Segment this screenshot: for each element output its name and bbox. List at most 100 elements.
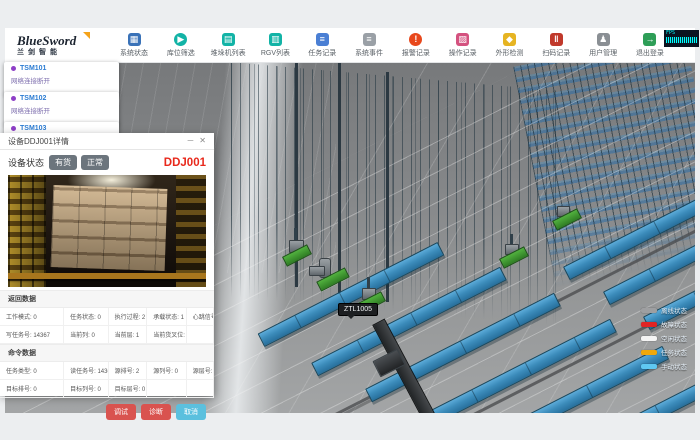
legend-color-pill — [641, 364, 657, 369]
field-cell: 目标层号: 0 — [109, 380, 148, 397]
task-record-icon: ≡ — [316, 33, 329, 46]
field-cell: 执行过程: 2 — [109, 308, 148, 325]
toolbar-item-5[interactable]: ≡ 任务记录 — [305, 33, 339, 58]
fps-label: FPS — [666, 31, 697, 36]
scan-record-icon: ‖ — [550, 33, 563, 46]
field-cell: 目标排号: 0 — [0, 380, 64, 397]
panel-button-2[interactable]: 诊断 — [141, 404, 171, 420]
camera-snapshot — [8, 175, 206, 287]
toolbar-item-label: 操作记录 — [449, 48, 477, 58]
robot-arm[interactable] — [317, 274, 349, 285]
command-data-section-header: 命令数据 — [0, 344, 214, 362]
toolbar-item-label: 用户管理 — [589, 48, 617, 58]
field-cell: 工作模式: 0 — [0, 308, 64, 325]
toolbar-item-label: 库位筛选 — [167, 48, 195, 58]
toolbar-item-7[interactable]: !报警记录 — [399, 33, 433, 58]
toolbar-item-12[interactable]: →退出登录 — [633, 33, 667, 58]
return-data-table: 工作模式: 0任务状态: 0执行过程: 2承载状态: 1心跳信号: 0写任务号:… — [0, 308, 214, 344]
legend-label: 离线状态 — [661, 305, 687, 315]
device-status-row: 设备状态 有货 正常 DDJ001 — [0, 150, 214, 174]
toolbar-item-6[interactable]: ≡ 系统事件 — [352, 33, 386, 58]
minimize-icon[interactable]: ─ — [188, 137, 194, 145]
toolbar-item-1[interactable]: ▦ 系统状态 — [117, 33, 151, 58]
field-row: 工作模式: 0任务状态: 0执行过程: 2承载状态: 1心跳信号: 0 — [0, 308, 214, 326]
photo-pallet-boxes — [51, 185, 168, 271]
field-cell: 任务类型: 0 — [0, 362, 64, 379]
field-cell — [187, 380, 214, 397]
field-cell: 目标列号: 0 — [64, 380, 108, 397]
toolbar-item-label: 退出登录 — [636, 48, 664, 58]
legend-color-pill — [641, 308, 657, 313]
panel-button-row: 调试诊断取消 — [0, 398, 214, 420]
field-cell: 写任务号: 14367 — [0, 326, 64, 343]
stacker-list-icon: ▤ — [222, 33, 235, 46]
toolbar-item-2[interactable]: ▶ 库位筛选 — [164, 33, 198, 58]
panel-button-1[interactable]: 调试 — [106, 404, 136, 420]
command-data-table: 任务类型: 0读任务号: 14367源排号: 2源列号: 0源层号: 1目标排号… — [0, 362, 214, 398]
bin-filter-icon: ▶ — [174, 33, 187, 46]
toolbar-item-label: RGV列表 — [261, 48, 290, 58]
legend-label: 故障状态 — [661, 319, 687, 329]
status-dot-icon — [11, 96, 16, 101]
notification-message: 网络连接断开 — [11, 75, 112, 85]
fps-stats-monitor[interactable]: FPS — [664, 30, 699, 47]
legend-label: 任务状态 — [661, 347, 687, 357]
field-cell — [147, 380, 187, 397]
notification-card-TSM102[interactable]: TSM102网络连接断开 — [4, 92, 119, 125]
photo-rack-right — [176, 175, 206, 287]
toolbar-item-label: 系统状态 — [120, 48, 148, 58]
photo-rack-beam — [8, 273, 206, 279]
logo-brand-text: BlueSword — [17, 34, 103, 47]
fps-graph — [666, 37, 697, 43]
toolbar-items: ▦ 系统状态 ▶ 库位筛选 ▤堆垛机列表 ▥ RGV列表 ≡ 任务记录 ≡ 系统事件 !报警记录 ▨ 操作… — [103, 33, 695, 58]
rgv-list-icon: ▥ — [269, 33, 282, 46]
stacker-crane[interactable] — [283, 250, 311, 261]
legend-row: 任务状态 — [641, 347, 687, 357]
field-cell: 读任务号: 14367 — [64, 362, 108, 379]
toolbar-item-10[interactable]: ‖ 扫码记录 — [539, 33, 573, 58]
field-cell: 源层号: 1 — [187, 362, 214, 379]
load-status-badge: 有货 — [49, 155, 77, 170]
toolbar-item-8[interactable]: ▨ 操作记录 — [446, 33, 480, 58]
close-icon[interactable]: ✕ — [199, 137, 206, 145]
field-cell — [187, 326, 214, 343]
user-manage-icon: ♟ — [597, 33, 610, 46]
main-toolbar: BlueSword 兰剑智能 ▦ 系统状态 ▶ 库位筛选 ▤堆垛机列表 ▥ RGV列表 ≡ 任务… — [5, 28, 695, 63]
legend-label: 手动状态 — [661, 361, 687, 371]
field-cell: 任务状态: 0 — [64, 308, 108, 325]
status-label: 设备状态 — [8, 156, 44, 169]
panel-button-3[interactable]: 取消 — [176, 404, 206, 420]
toolbar-item-11[interactable]: ♟ 用户管理 — [586, 33, 620, 58]
health-status-badge: 正常 — [81, 155, 109, 170]
legend-color-pill — [641, 350, 657, 355]
toolbar-item-9[interactable]: ◆外形检测 — [493, 33, 527, 58]
system-status-icon: ▦ — [128, 33, 141, 46]
field-cell: 当前货叉位: 0 — [147, 326, 187, 343]
photo-rack-left — [8, 175, 46, 287]
field-row: 目标排号: 0目标列号: 0目标层号: 0 — [0, 380, 214, 398]
return-data-section-header: 返回数据 — [0, 290, 214, 308]
toolbar-item-4[interactable]: ▥ RGV列表 — [258, 33, 292, 58]
profile-check-icon: ◆ — [503, 33, 516, 46]
field-cell: 当前列: 0 — [64, 326, 108, 343]
notification-card-TSM101[interactable]: TSM101网络连接断开 — [4, 62, 119, 95]
field-cell: 源排号: 2 — [109, 362, 148, 379]
toolbar-item-label: 扫码记录 — [542, 48, 570, 58]
stacker-crane[interactable] — [553, 214, 581, 225]
device-tooltip: ZTL1005 — [338, 303, 378, 316]
panel-title-bar: 设备DDJ001详情 ─ ✕ — [0, 133, 214, 150]
field-cell: 当前层: 1 — [109, 326, 148, 343]
toolbar-item-label: 任务记录 — [308, 48, 336, 58]
system-event-icon: ≡ — [363, 33, 376, 46]
notification-message: 网络连接断开 — [11, 105, 112, 115]
toolbar-item-label: 系统事件 — [355, 48, 383, 58]
warehouse-3d-monitor-app: { "colors":{"accent_red":"#e8291c","badg… — [0, 0, 700, 440]
toolbar-item-3[interactable]: ▤堆垛机列表 — [211, 33, 246, 58]
status-dot-icon — [11, 126, 16, 131]
bluesword-logo: BlueSword 兰剑智能 — [5, 34, 103, 56]
field-row: 任务类型: 0读任务号: 14367源排号: 2源列号: 0源层号: 1 — [0, 362, 214, 380]
operation-record-icon: ▨ — [456, 33, 469, 46]
toolbar-item-label: 报警记录 — [402, 48, 430, 58]
stacker-crane[interactable] — [500, 252, 528, 263]
legend-color-pill — [641, 336, 657, 341]
